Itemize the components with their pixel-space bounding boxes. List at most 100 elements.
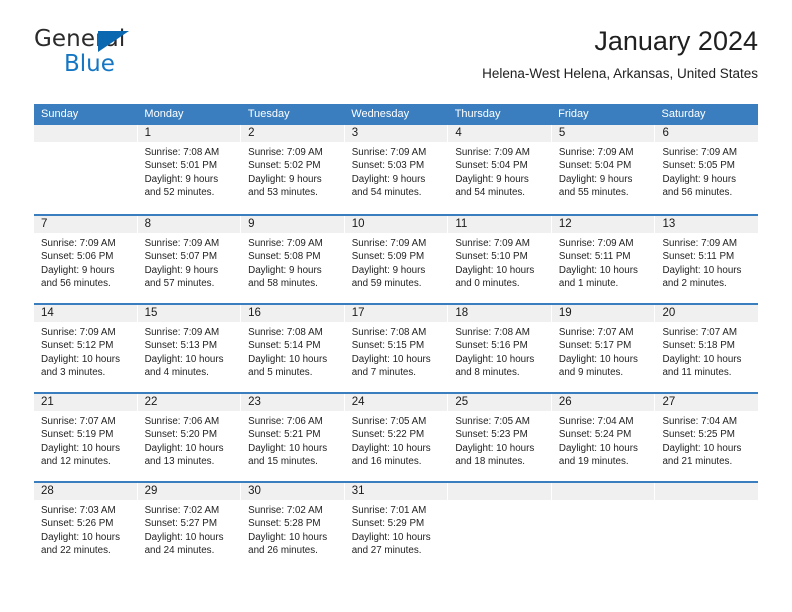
- day-cell-12[interactable]: 12 Sunrise: 7:09 AM Sunset: 5:11 PM Dayligh…: [551, 216, 656, 303]
- daylight-text: Daylight: 9 hours and 54 minutes.: [351, 173, 426, 199]
- day-cell-25[interactable]: 25 Sunrise: 7:05 AM Sunset: 5:23 PM Dayligh…: [448, 394, 552, 481]
- day-cell-18[interactable]: 18 Sunrise: 7:08 AM Sunset: 5:16 PM Dayligh…: [448, 305, 552, 392]
- day-number: 30: [241, 483, 344, 500]
- daylight-text: Daylight: 10 hours and 21 minutes.: [662, 442, 742, 468]
- sunset-text: Sunset: 5:02 PM: [248, 160, 321, 172]
- sunset-text: Sunset: 5:21 PM: [248, 429, 321, 441]
- day-number: 24: [344, 394, 448, 411]
- daylight-text: Daylight: 10 hours and 1 minute.: [558, 264, 638, 290]
- weekday-header-wednesday: Wednesday: [351, 108, 410, 120]
- day-cell-20[interactable]: 20 Sunrise: 7:07 AM Sunset: 5:18 PM Dayligh…: [655, 305, 759, 392]
- daylight-text: Daylight: 10 hours and 15 minutes.: [248, 442, 328, 468]
- day-cell-7[interactable]: 7 Sunrise: 7:09 AM Sunset: 5:06 PM Daylight…: [34, 216, 138, 303]
- sunset-text: Sunset: 5:12 PM: [41, 340, 114, 352]
- daylight-text: Daylight: 10 hours and 19 minutes.: [558, 442, 638, 468]
- daylight-text: Daylight: 10 hours and 7 minutes.: [351, 353, 431, 379]
- day-cell-6[interactable]: 6 Sunrise: 7:09 AM Sunset: 5:05 PM Daylight…: [655, 125, 759, 214]
- day-number: 15: [137, 305, 241, 322]
- sunset-text: Sunset: 5:24 PM: [558, 429, 632, 441]
- weekday-header-friday: Friday: [558, 108, 589, 120]
- day-cell-14[interactable]: 14 Sunrise: 7:09 AM Sunset: 5:12 PM Dayligh…: [34, 305, 138, 392]
- day-number: [655, 483, 759, 500]
- daylight-text: Daylight: 10 hours and 11 minutes.: [662, 353, 742, 379]
- day-cell-empty: [448, 483, 552, 570]
- calendar-page: General Blue January 2024 Helena-West He…: [0, 0, 792, 612]
- day-cell-21[interactable]: 21 Sunrise: 7:07 AM Sunset: 5:19 PM Dayligh…: [34, 394, 138, 481]
- day-sun-info: Sunrise: 7:09 AM Sunset: 5:11 PM Daylight:…: [655, 233, 758, 291]
- calendar-weeks: 1 Sunrise: 7:08 AM Sunset: 5:01 PM Daylight…: [34, 125, 759, 570]
- sunrise-text: Sunrise: 7:07 AM: [662, 327, 738, 338]
- day-number: 31: [344, 483, 448, 500]
- day-cell-4[interactable]: 4 Sunrise: 7:09 AM Sunset: 5:04 PM Daylight…: [448, 125, 552, 214]
- logo-triangle-icon: [98, 31, 129, 52]
- day-number: 17: [344, 305, 448, 322]
- sunset-text: Sunset: 5:19 PM: [41, 429, 114, 441]
- day-cell-15[interactable]: 15 Sunrise: 7:09 AM Sunset: 5:13 PM Dayligh…: [137, 305, 242, 392]
- day-sun-info: Sunrise: 7:02 AM Sunset: 5:27 PM Daylight:…: [138, 500, 241, 558]
- sunrise-text: Sunrise: 7:09 AM: [248, 238, 323, 249]
- day-cell-10[interactable]: 10 Sunrise: 7:09 AM Sunset: 5:09 PM Dayligh…: [344, 216, 449, 303]
- day-cell-19[interactable]: 19 Sunrise: 7:07 AM Sunset: 5:17 PM Dayligh…: [551, 305, 656, 392]
- day-cell-empty: [551, 483, 656, 570]
- day-sun-info: Sunrise: 7:09 AM Sunset: 5:04 PM Daylight:…: [448, 142, 551, 200]
- day-number: 19: [551, 305, 655, 322]
- sunrise-text: Sunrise: 7:06 AM: [144, 416, 220, 427]
- sunset-text: Sunset: 5:08 PM: [248, 251, 321, 263]
- day-cell-3[interactable]: 3 Sunrise: 7:09 AM Sunset: 5:03 PM Daylight…: [344, 125, 449, 214]
- day-sun-info: Sunrise: 7:04 AM Sunset: 5:24 PM Daylight:…: [552, 411, 655, 469]
- page-title: January 2024: [594, 26, 758, 56]
- day-sun-info: Sunrise: 7:09 AM Sunset: 5:06 PM Daylight:…: [34, 233, 137, 291]
- day-number: 1: [137, 125, 241, 142]
- day-cell-empty: [655, 483, 759, 570]
- sunrise-text: Sunrise: 7:09 AM: [662, 147, 738, 158]
- sunset-text: Sunset: 5:26 PM: [41, 518, 114, 530]
- day-cell-24[interactable]: 24 Sunrise: 7:05 AM Sunset: 5:22 PM Dayligh…: [344, 394, 449, 481]
- day-sun-info: Sunrise: 7:09 AM Sunset: 5:04 PM Daylight:…: [552, 142, 655, 200]
- day-cell-8[interactable]: 8 Sunrise: 7:09 AM Sunset: 5:07 PM Daylight…: [137, 216, 242, 303]
- day-number: 23: [241, 394, 344, 411]
- day-cell-23[interactable]: 23 Sunrise: 7:06 AM Sunset: 5:21 PM Dayligh…: [241, 394, 345, 481]
- day-sun-info: Sunrise: 7:08 AM Sunset: 5:16 PM Daylight:…: [448, 322, 551, 380]
- day-sun-info: Sunrise: 7:09 AM Sunset: 5:02 PM Daylight:…: [241, 142, 344, 200]
- day-number: 25: [448, 394, 551, 411]
- day-cell-30[interactable]: 30 Sunrise: 7:02 AM Sunset: 5:28 PM Dayligh…: [241, 483, 345, 570]
- weekday-header-monday: Monday: [144, 108, 184, 120]
- calendar-week-row: 21 Sunrise: 7:07 AM Sunset: 5:19 PM Dayligh…: [34, 392, 759, 481]
- day-cell-empty: [34, 125, 138, 214]
- day-sun-info: Sunrise: 7:07 AM Sunset: 5:18 PM Daylight:…: [655, 322, 758, 380]
- day-number: 16: [241, 305, 344, 322]
- day-number: 22: [137, 394, 241, 411]
- day-sun-info: Sunrise: 7:02 AM Sunset: 5:28 PM Daylight:…: [241, 500, 344, 558]
- sunrise-text: Sunrise: 7:03 AM: [41, 505, 116, 516]
- day-cell-31[interactable]: 31 Sunrise: 7:01 AM Sunset: 5:29 PM Dayligh…: [344, 483, 449, 570]
- day-cell-9[interactable]: 9 Sunrise: 7:09 AM Sunset: 5:08 PM Daylight…: [241, 216, 345, 303]
- day-cell-13[interactable]: 13 Sunrise: 7:09 AM Sunset: 5:11 PM Dayligh…: [655, 216, 759, 303]
- day-number: 10: [344, 216, 448, 233]
- day-cell-5[interactable]: 5 Sunrise: 7:09 AM Sunset: 5:04 PM Daylight…: [551, 125, 656, 214]
- day-cell-29[interactable]: 29 Sunrise: 7:02 AM Sunset: 5:27 PM Dayligh…: [137, 483, 242, 570]
- sunrise-text: Sunrise: 7:09 AM: [558, 147, 634, 158]
- day-number: 9: [241, 216, 344, 233]
- day-cell-11[interactable]: 11 Sunrise: 7:09 AM Sunset: 5:10 PM Dayligh…: [448, 216, 552, 303]
- day-sun-info: Sunrise: 7:06 AM Sunset: 5:21 PM Daylight:…: [241, 411, 344, 469]
- day-number: 28: [34, 483, 137, 500]
- sunset-text: Sunset: 5:04 PM: [455, 160, 528, 172]
- day-cell-17[interactable]: 17 Sunrise: 7:08 AM Sunset: 5:15 PM Dayligh…: [344, 305, 449, 392]
- day-sun-info: Sunrise: 7:05 AM Sunset: 5:22 PM Daylight:…: [345, 411, 448, 469]
- day-number: 20: [655, 305, 759, 322]
- day-cell-16[interactable]: 16 Sunrise: 7:08 AM Sunset: 5:14 PM Dayligh…: [241, 305, 345, 392]
- day-cell-22[interactable]: 22 Sunrise: 7:06 AM Sunset: 5:20 PM Dayligh…: [137, 394, 242, 481]
- day-cell-2[interactable]: 2 Sunrise: 7:09 AM Sunset: 5:02 PM Daylight…: [241, 125, 345, 214]
- day-cell-27[interactable]: 27 Sunrise: 7:04 AM Sunset: 5:25 PM Dayligh…: [655, 394, 759, 481]
- daylight-text: Daylight: 10 hours and 16 minutes.: [351, 442, 431, 468]
- sunrise-text: Sunrise: 7:09 AM: [455, 238, 530, 249]
- day-cell-28[interactable]: 28 Sunrise: 7:03 AM Sunset: 5:26 PM Dayligh…: [34, 483, 138, 570]
- daylight-text: Daylight: 9 hours and 54 minutes.: [455, 173, 529, 199]
- day-cell-26[interactable]: 26 Sunrise: 7:04 AM Sunset: 5:24 PM Dayligh…: [551, 394, 656, 481]
- day-number: 26: [551, 394, 655, 411]
- sunset-text: Sunset: 5:22 PM: [351, 429, 425, 441]
- sunset-text: Sunset: 5:25 PM: [662, 429, 735, 441]
- sunset-text: Sunset: 5:23 PM: [455, 429, 528, 441]
- day-cell-1[interactable]: 1 Sunrise: 7:08 AM Sunset: 5:01 PM Daylight…: [137, 125, 242, 214]
- sunset-text: Sunset: 5:09 PM: [351, 251, 425, 263]
